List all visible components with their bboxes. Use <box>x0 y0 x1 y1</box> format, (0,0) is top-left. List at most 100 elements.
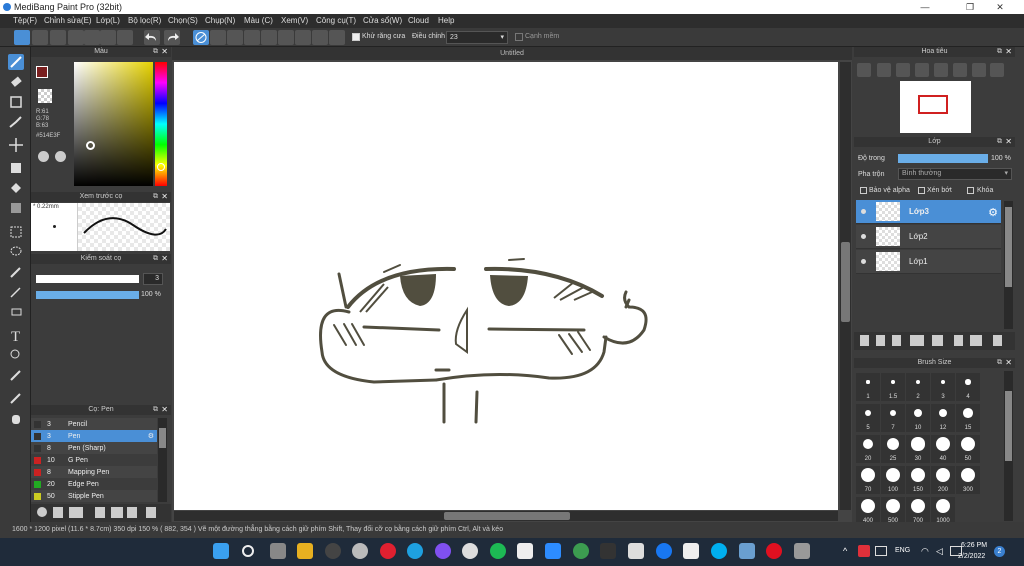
radial-snap-icon[interactable] <box>261 30 277 45</box>
reset-view-icon[interactable] <box>953 63 967 77</box>
float-icon[interactable]: ⧉ <box>997 358 1002 368</box>
brush-list-item[interactable]: 3 Pencil <box>31 418 157 430</box>
flip-icon[interactable] <box>990 63 1004 77</box>
navigator-thumbnail[interactable] <box>900 81 971 133</box>
lock-checkbox[interactable] <box>967 187 974 194</box>
menu-tools[interactable]: Công cụ(T) <box>316 16 356 25</box>
color-picker-cursor[interactable] <box>86 141 95 150</box>
saturation-value-picker[interactable] <box>74 62 153 186</box>
hand-tool-icon[interactable] <box>8 410 24 426</box>
brush-list-scrollbar[interactable] <box>158 418 167 502</box>
horizontal-scrollbar[interactable] <box>174 511 838 521</box>
foreground-color-swatch[interactable] <box>36 66 48 78</box>
minimize-button[interactable]: — <box>910 0 940 14</box>
undo-icon[interactable] <box>144 30 160 45</box>
zoom-in-icon[interactable] <box>857 63 871 77</box>
medibang-icon[interactable] <box>517 543 533 559</box>
brush-size-preset[interactable]: 10 <box>906 404 930 432</box>
chat-icon[interactable] <box>50 30 66 45</box>
brush-folder-icon[interactable] <box>111 507 123 518</box>
new-8bit-layer-icon[interactable] <box>892 335 901 346</box>
brush-size-preset[interactable]: 30 <box>906 435 930 463</box>
document-icon[interactable] <box>84 30 100 45</box>
app5-icon[interactable] <box>628 543 644 559</box>
canvas-tab[interactable]: Untitled <box>172 47 852 60</box>
windows-start-icon[interactable] <box>213 543 229 559</box>
float-icon[interactable]: ⧉ <box>153 47 158 57</box>
duplicate-brush-icon[interactable] <box>95 507 105 518</box>
copy-brush-icon[interactable] <box>127 507 137 518</box>
layer-list-scrollbar[interactable] <box>1004 201 1013 329</box>
brush-size-preset[interactable]: 1 <box>856 373 880 401</box>
redo-icon[interactable] <box>164 30 180 45</box>
brush-size-preset[interactable]: 25 <box>881 435 905 463</box>
brush-size-preset[interactable]: 3 <box>931 373 955 401</box>
close-icon[interactable]: ✕ <box>161 254 168 264</box>
brush-list-item[interactable]: 20 Edge Pen <box>31 478 157 490</box>
layer-row[interactable]: Lớp1 <box>856 250 1001 274</box>
menu-filter[interactable]: Bộ lọc(R) <box>128 16 161 25</box>
brush-size-preset[interactable]: 500 <box>881 497 905 522</box>
hue-slider-handle[interactable] <box>157 163 165 171</box>
menu-layer[interactable]: Lớp(L) <box>96 16 120 25</box>
brush-list-item[interactable]: 50 Stipple Pen <box>31 490 157 502</box>
magic-wand-icon[interactable] <box>8 264 24 280</box>
menu-cloud[interactable]: Cloud <box>408 16 429 25</box>
opera-icon[interactable] <box>766 543 782 559</box>
menu-snap[interactable]: Chụp(N) <box>205 16 235 25</box>
antivirus-icon[interactable] <box>858 545 870 557</box>
brush-opacity-slider[interactable] <box>36 291 139 299</box>
clock-date[interactable]: 2/2/2022 <box>958 553 985 560</box>
volume-icon[interactable]: ◁ <box>936 546 943 557</box>
menu-file[interactable]: Tệp(F) <box>13 16 37 25</box>
delete-layer-icon[interactable] <box>993 335 1002 346</box>
layer-opacity-slider[interactable] <box>898 154 988 163</box>
close-icon[interactable]: ✕ <box>1005 47 1012 57</box>
search-icon[interactable] <box>242 545 254 557</box>
select-tool-icon[interactable] <box>8 224 24 240</box>
clip-checkbox[interactable] <box>918 187 925 194</box>
close-button[interactable]: ✕ <box>985 0 1015 14</box>
vertical-scroll-thumb[interactable] <box>841 242 850 322</box>
new-layer-icon[interactable] <box>860 335 869 346</box>
circle-snap-icon[interactable] <box>278 30 294 45</box>
grid2-icon[interactable] <box>117 30 133 45</box>
app6-icon[interactable] <box>683 543 699 559</box>
float-icon[interactable]: ⧉ <box>153 405 158 415</box>
notification-badge[interactable]: 2 <box>994 546 1005 557</box>
close-icon[interactable]: ✕ <box>1005 358 1012 368</box>
layer-list-scroll-thumb[interactable] <box>1005 207 1012 287</box>
delete-brush-icon[interactable] <box>146 507 156 518</box>
brush-size-scroll-thumb[interactable] <box>1005 391 1012 461</box>
new-brush-icon[interactable] <box>53 507 63 518</box>
navigator-viewport[interactable] <box>918 95 948 114</box>
correction-checkbox[interactable] <box>515 33 523 41</box>
menu-help[interactable]: Help <box>438 16 454 25</box>
brush-size-preset[interactable]: 400 <box>856 497 880 522</box>
cross-snap-icon[interactable] <box>227 30 243 45</box>
clock-time[interactable]: 6:26 PM <box>961 542 987 549</box>
brush-size-value[interactable]: 3 <box>143 273 163 285</box>
rotate-right-icon[interactable] <box>972 63 986 77</box>
app4-icon[interactable] <box>573 543 589 559</box>
edge-icon[interactable] <box>407 543 423 559</box>
facebook-icon[interactable] <box>656 543 672 559</box>
grid-icon[interactable] <box>100 30 116 45</box>
drawing-canvas[interactable] <box>174 62 838 510</box>
brush-size-slider[interactable] <box>36 275 139 283</box>
select-pen-icon[interactable] <box>8 284 24 300</box>
cursor-app-icon[interactable] <box>600 543 616 559</box>
camera-icon[interactable] <box>794 543 810 559</box>
brush-size-preset[interactable]: 4 <box>956 373 980 401</box>
close-icon[interactable]: ✕ <box>161 192 168 202</box>
brush-list-item[interactable]: 8 Mapping Pen <box>31 466 157 478</box>
zoom-in-2-icon[interactable] <box>877 63 891 77</box>
menu-view[interactable]: Xem(V) <box>281 16 308 25</box>
float-icon[interactable]: ⧉ <box>997 47 1002 57</box>
brush-size-preset[interactable]: 5 <box>856 404 880 432</box>
settings-snap-icon[interactable] <box>329 30 345 45</box>
snap-off-icon[interactable] <box>193 30 209 45</box>
brush-size-preset[interactable]: 15 <box>956 404 980 432</box>
dropper2-tool-icon[interactable] <box>8 390 24 406</box>
brush-size-preset[interactable]: 200 <box>931 466 955 494</box>
